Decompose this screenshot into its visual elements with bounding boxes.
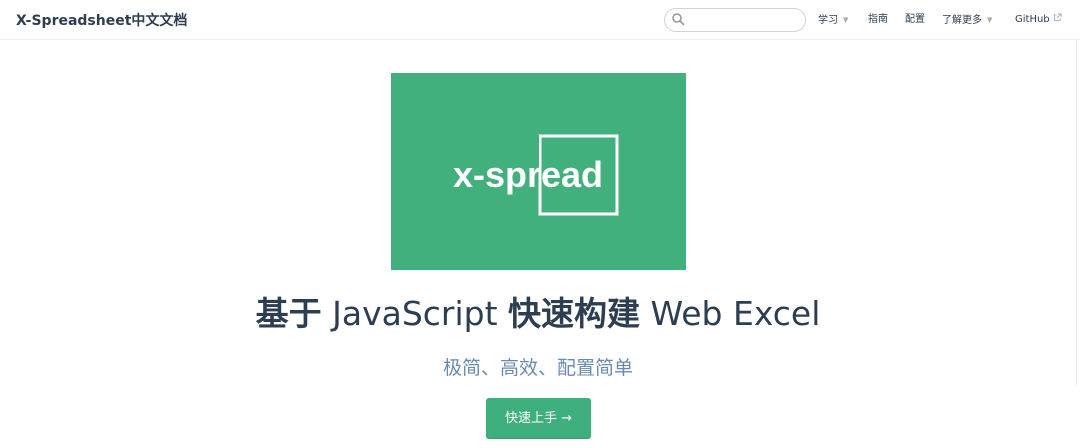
logo-text: x-spread: [453, 154, 603, 195]
hero-description: 极简、高效、配置简单: [442, 357, 633, 379]
nav-item-github[interactable]: GitHub: [1015, 12, 1062, 28]
get-started-button[interactable]: 快速上手 →: [486, 398, 591, 439]
nav-item-more[interactable]: 了解更多 ▼: [942, 12, 992, 29]
nav-item-label: 指南: [868, 14, 888, 25]
chevron-down-icon: ▼: [843, 16, 849, 24]
hero-title-part: 基于: [255, 294, 322, 333]
nav-item-label: 配置: [905, 14, 925, 25]
hero-logo: x-spread: [391, 73, 686, 270]
x-spread-logo: x-spread: [453, 134, 619, 216]
nav-item-label: 学习: [818, 15, 838, 26]
hero-title-part: Web Excel: [650, 294, 821, 333]
search-icon: [672, 13, 685, 26]
hero-title: 基于 JavaScript 快速构建 Web Excel: [0, 287, 1076, 335]
navbar: X-Spreadsheet中文文档 学习 ▼ 指南 配置 了解更多 ▼ GitHub: [0, 0, 1080, 40]
hero-title-part: JavaScript: [332, 294, 498, 333]
nav-item-config[interactable]: 配置: [905, 12, 925, 28]
external-link-icon: [1053, 13, 1062, 22]
scrollbar-edge: [1076, 40, 1077, 385]
search-input[interactable]: [687, 11, 799, 29]
nav-item-label: 了解更多: [942, 15, 982, 26]
site-title[interactable]: X-Spreadsheet中文文档: [16, 10, 187, 30]
nav-item-learn[interactable]: 学习 ▼: [818, 12, 848, 29]
search-box[interactable]: [664, 8, 806, 32]
chevron-down-icon: ▼: [987, 16, 993, 24]
nav-item-guide[interactable]: 指南: [868, 12, 888, 28]
nav-item-label: GitHub: [1015, 14, 1050, 25]
hero-title-part: 快速构建: [508, 294, 641, 333]
